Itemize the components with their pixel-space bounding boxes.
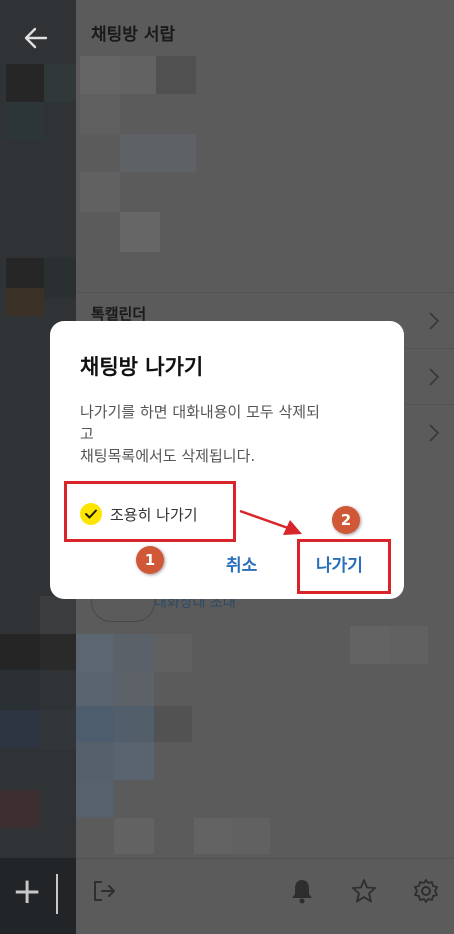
highlight-leave-button (297, 539, 391, 594)
cancel-button[interactable]: 취소 (226, 551, 257, 576)
dialog-title: 채팅방 나가기 (80, 355, 204, 379)
dialog-message: 나가기를 하면 대화내용이 모두 삭제되 고 채팅목록에서도 삭제됩니다. (80, 401, 390, 467)
chat-input-bar: + (0, 858, 76, 934)
drawer-toolbar (76, 858, 454, 934)
dialog-message-line: 채팅목록에서도 삭제됩니다. (80, 447, 256, 465)
dialog-message-line: 나가기를 하면 대화내용이 모두 삭제되 (80, 403, 320, 421)
dialog-message-line: 고 (80, 425, 94, 443)
exit-icon[interactable] (90, 877, 118, 905)
chevron-right-icon (429, 368, 440, 386)
bell-icon[interactable] (288, 877, 316, 905)
highlight-quiet-leave (64, 481, 236, 542)
step-badge-2: 2 (332, 506, 360, 534)
step-badge-1: 1 (136, 546, 164, 574)
drawer-title: 채팅방 서랍 (91, 25, 176, 45)
chevron-right-icon (429, 312, 440, 330)
chevron-right-icon (429, 424, 440, 442)
back-arrow-icon[interactable] (20, 22, 52, 54)
plus-icon[interactable]: + (12, 872, 42, 912)
star-icon[interactable] (350, 877, 378, 905)
gear-icon[interactable] (412, 877, 440, 905)
input-cursor (56, 874, 58, 914)
